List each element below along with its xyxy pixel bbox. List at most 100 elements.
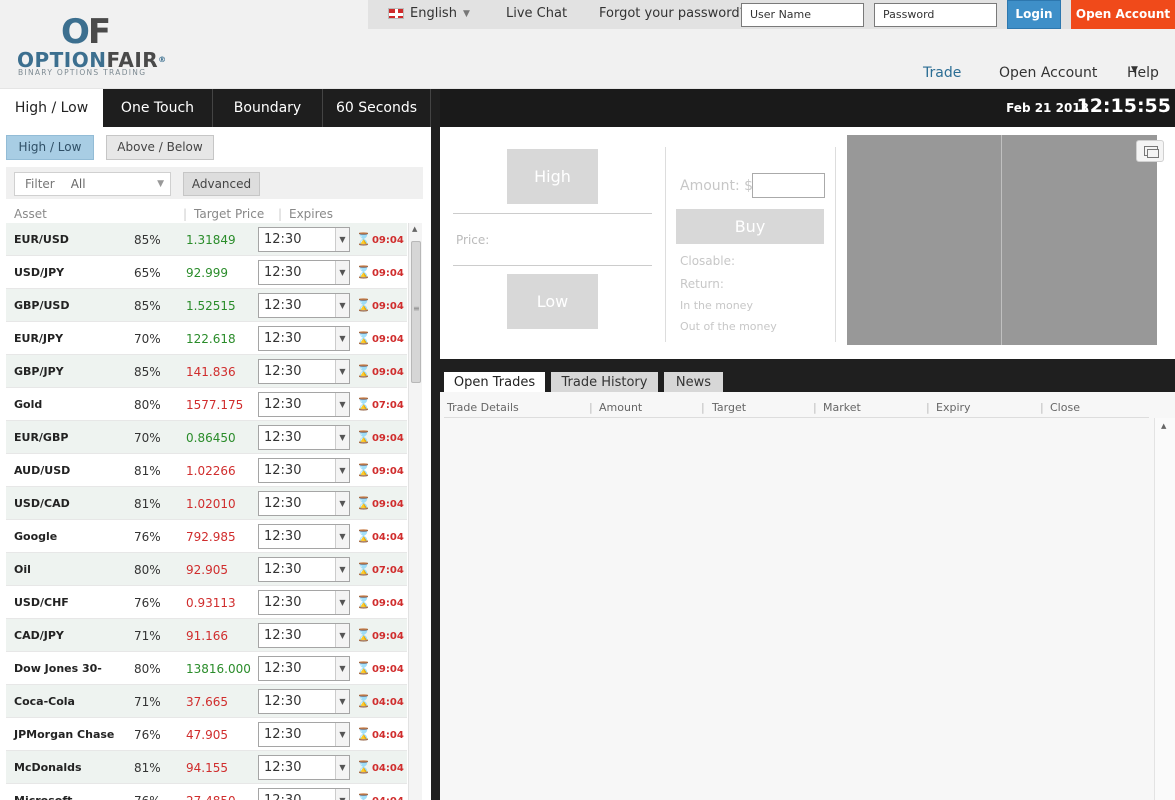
expiry-select[interactable]: 12:30▼ [258,227,350,252]
asset-row[interactable]: JPMorgan Chase 76% 47.905 12:30 ▼ ⌛04:04 [6,718,407,751]
asset-row[interactable]: Dow Jones 30- 80% 13816.000 12:30 ▼ ⌛09:04 [6,652,407,685]
tab-one-touch[interactable]: One Touch [103,89,213,127]
asset-row[interactable]: CAD/JPY 71% 91.166 12:30 ▼ ⌛09:04 [6,619,407,652]
expiry-select[interactable]: 12:30▼ [258,326,350,351]
expand-window-icon[interactable] [1136,140,1164,162]
hourglass-icon: ⌛ [356,463,371,477]
expiry-select[interactable]: 12:30▼ [258,425,350,450]
asset-payout: 80% [134,563,161,577]
tab-boundary[interactable]: Boundary [213,89,323,127]
expiry-select[interactable]: 12:30▼ [258,260,350,285]
filter-select[interactable]: Filter All ▼ [14,172,171,196]
trades-tabs: Open Trades Trade History News [440,359,1175,393]
col-target: Target [712,401,747,414]
language-selector[interactable]: English ▼ [388,6,470,21]
expiry-timer: ⌛04:04 [356,793,404,800]
hourglass-icon: ⌛ [356,727,371,741]
asset-payout: 70% [134,431,161,445]
advanced-button[interactable]: Advanced [183,172,260,196]
uk-flag-icon [388,8,404,19]
amount-input[interactable] [752,173,825,198]
asset-row[interactable]: McDonalds 81% 94.155 12:30 ▼ ⌛04:04 [6,751,407,784]
chevron-down-icon: ▼ [335,261,349,284]
scroll-up-arrow-icon[interactable]: ▲ [412,225,417,233]
expiry-select[interactable]: 12:30▼ [258,293,350,318]
login-button[interactable]: Login [1007,0,1061,29]
tab-news[interactable]: News [664,372,723,393]
asset-row[interactable]: USD/CAD 81% 1.02010 12:30 ▼ ⌛09:04 [6,487,407,520]
asset-row[interactable]: GBP/JPY 85% 141.836 12:30 ▼ ⌛09:04 [6,355,407,388]
username-field[interactable]: User Name [741,3,864,27]
subtab-high-low[interactable]: High / Low [6,135,94,160]
asset-row[interactable]: USD/CHF 76% 0.93113 12:30 ▼ ⌛09:04 [6,586,407,619]
asset-target-price: 792.985 [186,530,236,544]
hourglass-icon: ⌛ [356,760,371,774]
asset-row[interactable]: Gold 80% 1577.175 12:30 ▼ ⌛07:04 [6,388,407,421]
chevron-down-icon: ▼ [462,8,470,19]
forgot-password-link[interactable]: Forgot your password? [599,6,747,21]
hourglass-icon: ⌛ [356,628,371,642]
expiry-select[interactable]: 12:30▼ [258,590,350,615]
hourglass-icon: ⌛ [356,364,371,378]
open-account-button[interactable]: Open Account [1071,0,1175,29]
chevron-down-icon: ▼ [335,657,349,680]
expiry-select[interactable]: 12:30▼ [258,392,350,417]
asset-payout: 71% [134,629,161,643]
col-expiry: Expiry [936,401,971,414]
low-button[interactable]: Low [507,274,598,329]
tab-high-low[interactable]: High / Low [0,89,103,127]
password-field[interactable]: Password [874,3,997,27]
column-separator: | [701,401,705,414]
tab-60-seconds[interactable]: 60 Seconds [323,89,431,127]
expiry-select[interactable]: 12:30▼ [258,689,350,714]
expiry-select[interactable]: 12:30▼ [258,359,350,384]
tab-trade-history[interactable]: Trade History [551,372,658,393]
optionfair-logo[interactable]: OF OPTIONFAIR® BINARY OPTIONS TRADING [17,15,187,78]
asset-row[interactable]: Microsoft 76% 27.4850 12:30▼ ⌛04:04 [6,784,407,800]
expiry-timer: ⌛09:04 [356,232,404,246]
asset-row[interactable]: EUR/JPY 70% 122.618 12:30 ▼ ⌛09:04 [6,322,407,355]
asset-row[interactable]: Coca-Cola 71% 37.665 12:30 ▼ ⌛04:04 [6,685,407,718]
scroll-up-arrow-icon[interactable]: ▲ [1161,422,1166,430]
asset-row[interactable]: USD/JPY 65% 92.999 12:30 ▼ ⌛09:04 [6,256,407,289]
price-chart[interactable] [847,135,1157,345]
asset-list-scrollbar[interactable]: ▲ ≡ [408,223,422,800]
asset-row[interactable]: EUR/GBP 70% 0.86450 12:30 ▼ ⌛09:04 [6,421,407,454]
trades-scrollbar[interactable]: ▲ [1154,418,1175,800]
asset-target-price: 0.86450 [186,431,236,445]
buy-button[interactable]: Buy [676,209,824,244]
expiry-select[interactable]: 12:30▼ [258,557,350,582]
divider [453,265,652,266]
expiry-select[interactable]: 12:30▼ [258,623,350,648]
asset-row[interactable]: GBP/USD 85% 1.52515 12:30 ▼ ⌛09:04 [6,289,407,322]
expiry-select[interactable]: 12:30▼ [258,524,350,549]
expiry-select[interactable]: 12:30▼ [258,722,350,747]
asset-payout: 80% [134,662,161,676]
subtab-above-below[interactable]: Above / Below [106,135,214,160]
scroll-thumb[interactable]: ≡ [411,241,421,383]
expiry-select[interactable]: 12:30▼ [258,458,350,483]
in-the-money-label: In the money [680,299,753,312]
hourglass-icon: ⌛ [356,397,371,411]
nav-trade[interactable]: Trade [923,65,961,81]
expiry-select[interactable]: 12:30▼ [258,788,350,800]
tab-open-trades[interactable]: Open Trades [444,372,545,393]
asset-row[interactable]: AUD/USD 81% 1.02266 12:30 ▼ ⌛09:04 [6,454,407,487]
divider [835,147,836,342]
asset-row[interactable]: EUR/USD 85% 1.31849 12:30 ▼ ⌛09:04 [6,223,407,256]
column-separator: | [926,401,930,414]
asset-target-price: 1577.175 [186,398,244,412]
asset-name: AUD/USD [14,464,71,477]
column-separator: | [278,207,283,221]
expiry-select[interactable]: 12:30▼ [258,491,350,516]
asset-row[interactable]: Oil 80% 92.905 12:30 ▼ ⌛07:04 [6,553,407,586]
asset-name: Coca-Cola [14,695,75,708]
asset-row[interactable]: Google 76% 792.985 12:30 ▼ ⌛04:04 [6,520,407,553]
asset-payout: 76% [134,596,161,610]
high-button[interactable]: High [507,149,598,204]
nav-open-account[interactable]: Open Account [999,65,1097,81]
expiry-select[interactable]: 12:30▼ [258,656,350,681]
live-chat-link[interactable]: Live Chat [506,6,567,21]
chart-divider [1001,135,1002,345]
expiry-select[interactable]: 12:30▼ [258,755,350,780]
